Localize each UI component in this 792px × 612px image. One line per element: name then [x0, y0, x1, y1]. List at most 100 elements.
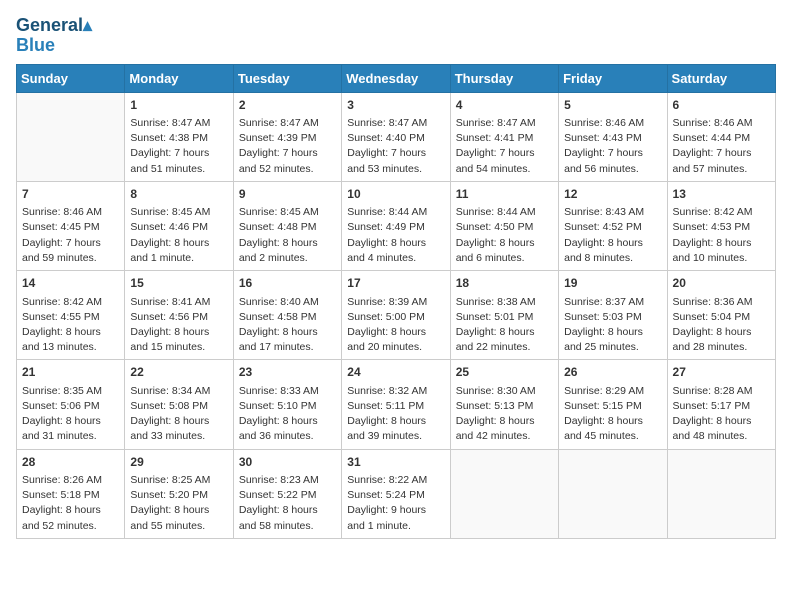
day-number: 25 — [456, 364, 553, 381]
day-cell: 5 Sunrise: 8:46 AMSunset: 4:43 PMDaylight… — [559, 92, 667, 181]
day-info: Sunrise: 8:46 AMSunset: 4:44 PMDaylight:… — [673, 116, 770, 177]
weekday-header-wednesday: Wednesday — [342, 64, 450, 92]
day-cell: 17 Sunrise: 8:39 AMSunset: 5:00 PMDayligh… — [342, 271, 450, 360]
day-cell: 7 Sunrise: 8:46 AMSunset: 4:45 PMDaylight… — [17, 181, 125, 270]
day-info: Sunrise: 8:46 AMSunset: 4:43 PMDaylight:… — [564, 116, 661, 177]
day-info: Sunrise: 8:28 AMSunset: 5:17 PMDaylight:… — [673, 384, 770, 445]
day-number: 29 — [130, 454, 227, 471]
weekday-header-thursday: Thursday — [450, 64, 558, 92]
day-number: 31 — [347, 454, 444, 471]
day-info: Sunrise: 8:30 AMSunset: 5:13 PMDaylight:… — [456, 384, 553, 445]
day-cell: 16Sunrise: 8:40 AMSunset: 4:58 PMDayligh… — [233, 271, 341, 360]
day-cell: 19Sunrise: 8:37 AMSunset: 5:03 PMDayligh… — [559, 271, 667, 360]
day-info: Sunrise: 8:35 AMSunset: 5:06 PMDaylight:… — [22, 384, 119, 445]
day-cell: 4Sunrise: 8:47 AMSunset: 4:41 PMDaylight… — [450, 92, 558, 181]
day-info: Sunrise: 8:41 AMSunset: 4:56 PMDaylight:… — [130, 295, 227, 356]
day-info: Sunrise: 8:38 AMSunset: 5:01 PMDaylight:… — [456, 295, 553, 356]
day-cell: 20 Sunrise: 8:36 AMSunset: 5:04 PMDayligh… — [667, 271, 775, 360]
week-row-2: 7 Sunrise: 8:46 AMSunset: 4:45 PMDaylight… — [17, 181, 776, 270]
day-info: Sunrise: 8:47 AMSunset: 4:41 PMDaylight:… — [456, 116, 553, 177]
day-info: Sunrise: 8:42 AMSunset: 4:55 PMDaylight:… — [22, 295, 119, 356]
week-row-5: 28 Sunrise: 8:26 AMSunset: 5:18 PMDayligh… — [17, 449, 776, 538]
day-number: 1 — [130, 97, 227, 114]
day-info: Sunrise: 8:46 AMSunset: 4:45 PMDaylight:… — [22, 205, 119, 266]
day-cell: 11Sunrise: 8:44 AMSunset: 4:50 PMDayligh… — [450, 181, 558, 270]
day-number: 2 — [239, 97, 336, 114]
day-cell — [559, 449, 667, 538]
day-number: 26 — [564, 364, 661, 381]
day-cell: 15 Sunrise: 8:41 AMSunset: 4:56 PMDayligh… — [125, 271, 233, 360]
day-number: 6 — [673, 97, 770, 114]
day-number: 8 — [130, 186, 227, 203]
day-info: Sunrise: 8:26 AMSunset: 5:18 PMDaylight:… — [22, 473, 119, 534]
calendar-table: SundayMondayTuesdayWednesdayThursdayFrid… — [16, 64, 776, 539]
day-cell: 29 Sunrise: 8:25 AMSunset: 5:20 PMDayligh… — [125, 449, 233, 538]
day-number: 20 — [673, 275, 770, 292]
day-number: 18 — [456, 275, 553, 292]
day-cell: 18 Sunrise: 8:38 AMSunset: 5:01 PMDayligh… — [450, 271, 558, 360]
day-cell — [667, 449, 775, 538]
logo-text-line2: Blue — [16, 36, 92, 56]
day-number: 21 — [22, 364, 119, 381]
day-info: Sunrise: 8:45 AMSunset: 4:46 PMDaylight:… — [130, 205, 227, 266]
day-info: Sunrise: 8:39 AMSunset: 5:00 PMDaylight:… — [347, 295, 444, 356]
day-number: 30 — [239, 454, 336, 471]
weekday-header-monday: Monday — [125, 64, 233, 92]
day-number: 5 — [564, 97, 661, 114]
day-info: Sunrise: 8:47 AMSunset: 4:40 PMDaylight:… — [347, 116, 444, 177]
day-info: Sunrise: 8:23 AMSunset: 5:22 PMDaylight:… — [239, 473, 336, 534]
day-cell: 22Sunrise: 8:34 AMSunset: 5:08 PMDayligh… — [125, 360, 233, 449]
day-number: 23 — [239, 364, 336, 381]
day-number: 24 — [347, 364, 444, 381]
weekday-header-row: SundayMondayTuesdayWednesdayThursdayFrid… — [17, 64, 776, 92]
day-cell: 24 Sunrise: 8:32 AMSunset: 5:11 PMDayligh… — [342, 360, 450, 449]
day-cell: 31 Sunrise: 8:22 AMSunset: 5:24 PMDayligh… — [342, 449, 450, 538]
day-number: 28 — [22, 454, 119, 471]
day-info: Sunrise: 8:47 AMSunset: 4:38 PMDaylight:… — [130, 116, 227, 177]
weekday-header-saturday: Saturday — [667, 64, 775, 92]
day-cell: 14Sunrise: 8:42 AMSunset: 4:55 PMDayligh… — [17, 271, 125, 360]
day-number: 22 — [130, 364, 227, 381]
day-info: Sunrise: 8:29 AMSunset: 5:15 PMDaylight:… — [564, 384, 661, 445]
day-number: 16 — [239, 275, 336, 292]
day-cell: 28 Sunrise: 8:26 AMSunset: 5:18 PMDayligh… — [17, 449, 125, 538]
day-info: Sunrise: 8:43 AMSunset: 4:52 PMDaylight:… — [564, 205, 661, 266]
day-cell: 23 Sunrise: 8:33 AMSunset: 5:10 PMDayligh… — [233, 360, 341, 449]
day-number: 15 — [130, 275, 227, 292]
weekday-header-friday: Friday — [559, 64, 667, 92]
day-number: 10 — [347, 186, 444, 203]
day-cell: 3 Sunrise: 8:47 AMSunset: 4:40 PMDaylight… — [342, 92, 450, 181]
day-number: 19 — [564, 275, 661, 292]
day-cell: 30 Sunrise: 8:23 AMSunset: 5:22 PMDayligh… — [233, 449, 341, 538]
day-number: 3 — [347, 97, 444, 114]
day-cell: 13 Sunrise: 8:42 AMSunset: 4:53 PMDayligh… — [667, 181, 775, 270]
day-cell — [450, 449, 558, 538]
day-info: Sunrise: 8:33 AMSunset: 5:10 PMDaylight:… — [239, 384, 336, 445]
day-info: Sunrise: 8:25 AMSunset: 5:20 PMDaylight:… — [130, 473, 227, 534]
day-cell: 2 Sunrise: 8:47 AMSunset: 4:39 PMDaylight… — [233, 92, 341, 181]
day-number: 17 — [347, 275, 444, 292]
week-row-3: 14Sunrise: 8:42 AMSunset: 4:55 PMDayligh… — [17, 271, 776, 360]
day-info: Sunrise: 8:42 AMSunset: 4:53 PMDaylight:… — [673, 205, 770, 266]
day-number: 9 — [239, 186, 336, 203]
day-info: Sunrise: 8:22 AMSunset: 5:24 PMDaylight:… — [347, 473, 444, 534]
day-number: 7 — [22, 186, 119, 203]
day-info: Sunrise: 8:36 AMSunset: 5:04 PMDaylight:… — [673, 295, 770, 356]
day-info: Sunrise: 8:45 AMSunset: 4:48 PMDaylight:… — [239, 205, 336, 266]
day-cell: 6 Sunrise: 8:46 AMSunset: 4:44 PMDaylight… — [667, 92, 775, 181]
week-row-1: 1 Sunrise: 8:47 AMSunset: 4:38 PMDaylight… — [17, 92, 776, 181]
day-cell: 12 Sunrise: 8:43 AMSunset: 4:52 PMDayligh… — [559, 181, 667, 270]
day-cell: 8 Sunrise: 8:45 AMSunset: 4:46 PMDaylight… — [125, 181, 233, 270]
day-info: Sunrise: 8:32 AMSunset: 5:11 PMDaylight:… — [347, 384, 444, 445]
weekday-header-tuesday: Tuesday — [233, 64, 341, 92]
day-number: 11 — [456, 186, 553, 203]
day-cell: 25 Sunrise: 8:30 AMSunset: 5:13 PMDayligh… — [450, 360, 558, 449]
page-header: General▴ Blue — [16, 16, 776, 56]
day-cell: 1 Sunrise: 8:47 AMSunset: 4:38 PMDaylight… — [125, 92, 233, 181]
day-info: Sunrise: 8:47 AMSunset: 4:39 PMDaylight:… — [239, 116, 336, 177]
logo: General▴ Blue — [16, 16, 92, 56]
day-cell: 21 Sunrise: 8:35 AMSunset: 5:06 PMDayligh… — [17, 360, 125, 449]
day-number: 12 — [564, 186, 661, 203]
day-cell: 27Sunrise: 8:28 AMSunset: 5:17 PMDayligh… — [667, 360, 775, 449]
day-number: 13 — [673, 186, 770, 203]
